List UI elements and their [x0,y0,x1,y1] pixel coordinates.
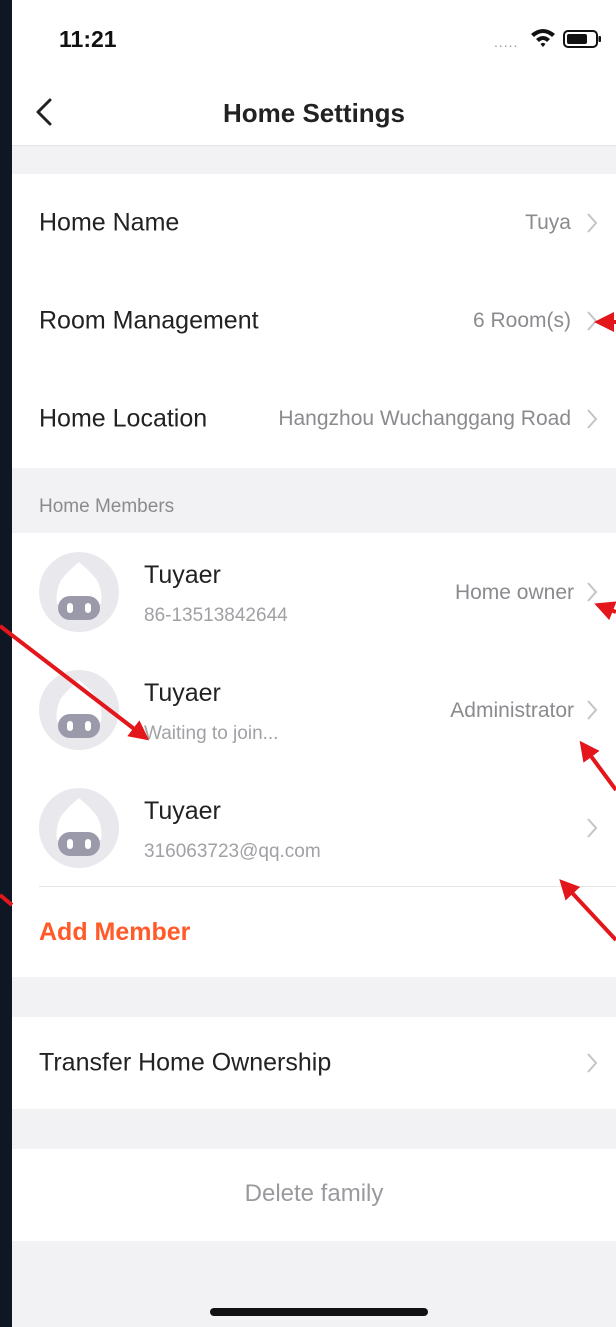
status-bar: 11:21 ..... [12,0,616,80]
home-members-header: Home Members [39,496,175,517]
member-row[interactable]: Tuyaer 86-13513842644 Home owner [12,533,616,651]
robot-avatar-icon [56,680,102,738]
chevron-right-icon [587,818,598,838]
room-management-row[interactable]: Room Management 6 Room(s) [12,272,616,370]
member-email: 316063723@qq.com [144,841,321,862]
home-members-card: Tuyaer 86-13513842644 Home owner Tuyaer … [12,533,616,977]
robot-avatar-icon [56,798,102,856]
chevron-right-icon [587,700,598,720]
wifi-icon [531,29,555,47]
member-role: Administrator [450,699,574,722]
divider [39,886,616,887]
member-name: Tuyaer [144,679,221,707]
home-indicator [210,1308,428,1316]
home-name-value: Tuya [525,211,571,234]
delete-family-button[interactable]: Delete family [12,1180,616,1208]
add-member-button[interactable]: Add Member [39,918,190,947]
avatar [39,670,119,750]
home-location-row[interactable]: Home Location Hangzhou Wuchanggang Road [12,370,616,468]
chevron-right-icon [587,1053,598,1073]
phone-screen: 11:21 ..... Home Settings Home Name Tuya… [12,0,616,1327]
page-title: Home Settings [222,98,406,128]
signal-icon: ..... [494,34,519,50]
transfer-ownership-row[interactable]: Transfer Home Ownership [12,1017,616,1109]
navigation-bar: Home Settings [12,80,616,146]
home-name-row[interactable]: Home Name Tuya [12,174,616,272]
member-status: Waiting to join... [144,723,279,744]
member-name: Tuyaer [144,561,221,589]
member-row[interactable]: Tuyaer Waiting to join... Administrator [12,651,616,769]
home-settings-card: Home Name Tuya Room Management 6 Room(s)… [12,174,616,468]
avatar [39,552,119,632]
member-row[interactable]: Tuyaer 316063723@qq.com [12,769,616,887]
battery-icon [563,30,601,48]
robot-avatar-icon [56,562,102,620]
room-count-value: 6 Room(s) [472,309,571,332]
chevron-right-icon [587,213,598,233]
member-role: Home owner [454,581,574,604]
status-time: 11:21 [59,26,117,52]
home-location-value: Hangzhou Wuchanggang Road [278,407,571,430]
member-phone: 86-13513842644 [144,605,288,626]
transfer-ownership-label: Transfer Home Ownership [39,1048,332,1077]
room-management-label: Room Management [39,306,259,335]
member-name: Tuyaer [144,797,221,825]
home-location-label: Home Location [39,404,208,433]
chevron-right-icon [587,582,598,602]
transfer-ownership-card: Transfer Home Ownership [12,1017,616,1109]
avatar [39,788,119,868]
home-name-label: Home Name [39,208,180,237]
arrow-add-member [0,893,14,907]
delete-family-card[interactable]: Delete family [12,1149,616,1241]
chevron-right-icon [587,311,598,331]
chevron-right-icon [587,409,598,429]
